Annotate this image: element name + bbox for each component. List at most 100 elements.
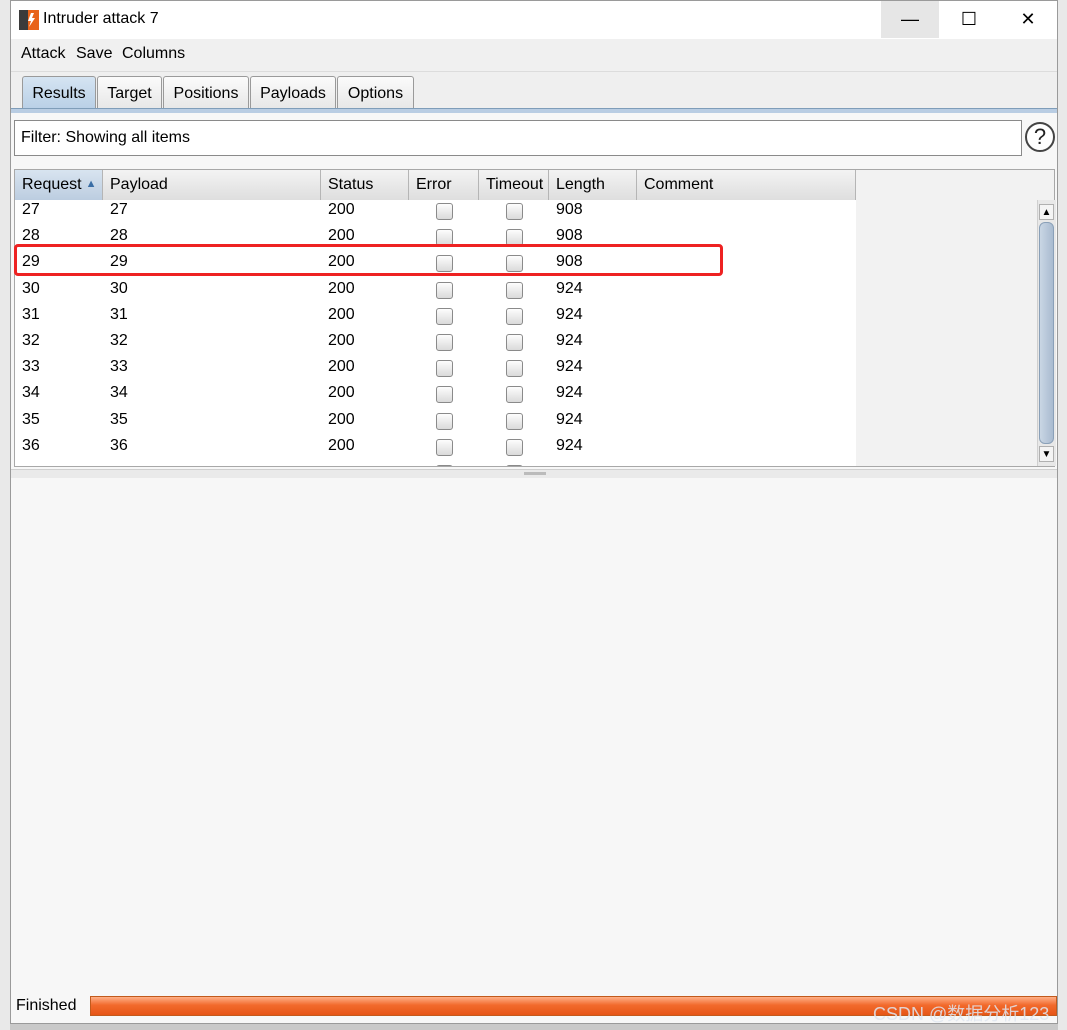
intruder-window: Intruder attack 7 — ☐ ✕ Attack Save Colu…: [10, 0, 1058, 1024]
cell-payload: 30: [110, 279, 128, 297]
cell-length: 924: [556, 279, 583, 297]
splitter-grip-icon[interactable]: [524, 472, 546, 475]
cell-length: 908: [556, 227, 583, 245]
error-checkbox[interactable]: [436, 360, 453, 378]
cell-status: 200: [328, 410, 355, 428]
column-header-timeout[interactable]: Timeout: [479, 170, 549, 200]
tab-underline: [11, 108, 1057, 113]
table-row[interactable]: 36 36 200 924: [15, 436, 856, 462]
table-row-partial: [15, 462, 856, 466]
error-checkbox[interactable]: [436, 203, 453, 220]
scroll-down-arrow-icon[interactable]: ▼: [1039, 446, 1054, 462]
cell-payload: 33: [110, 358, 128, 376]
cell-status: 200: [328, 201, 355, 218]
cell-request: 33: [22, 358, 40, 376]
close-icon: ✕: [1020, 9, 1036, 29]
cell-status: 200: [328, 436, 355, 454]
timeout-checkbox[interactable]: [506, 334, 523, 351]
cell-payload: 36: [110, 436, 128, 454]
cell-length: 924: [556, 436, 583, 454]
timeout-checkbox[interactable]: [506, 412, 523, 430]
cell-request: 28: [22, 227, 40, 245]
tab-payloads[interactable]: Payloads: [250, 76, 336, 110]
watermark-text: CSDN @数据分析123: [873, 1004, 1050, 1024]
vertical-scrollbar[interactable]: ▲ ▼: [1037, 200, 1056, 466]
menu-save[interactable]: Save: [76, 45, 112, 63]
table-row[interactable]: 31 31 200 924: [15, 305, 856, 331]
menu-bar: Attack Save Columns: [11, 39, 1057, 72]
cell-length: 908: [556, 201, 583, 218]
timeout-checkbox[interactable]: [506, 203, 523, 220]
timeout-checkbox[interactable]: [506, 438, 523, 456]
cell-status: 200: [328, 227, 355, 245]
table-body: 27 27 200 908 28 28 200 908 29 29 200 908 30 30 200 924…: [15, 200, 856, 466]
minimize-button[interactable]: —: [881, 1, 939, 38]
cell-request: 36: [22, 436, 40, 454]
burp-app-icon: [19, 10, 39, 30]
cell-request: 35: [22, 410, 40, 428]
timeout-checkbox[interactable]: [506, 386, 523, 404]
checkbox-partial: [436, 465, 453, 466]
tab-target[interactable]: Target: [97, 76, 162, 110]
checkbox-partial: [506, 465, 523, 466]
cell-payload: 34: [110, 384, 128, 402]
cell-payload: 31: [110, 305, 128, 323]
column-header-status[interactable]: Status: [321, 170, 409, 200]
error-checkbox[interactable]: [436, 307, 453, 325]
help-icon[interactable]: ?: [1025, 122, 1055, 152]
column-header-label: Request: [22, 176, 82, 193]
tab-strip: Results Target Positions Payloads Option…: [11, 72, 1057, 112]
filter-text: Filter: Showing all items: [21, 129, 190, 146]
error-checkbox[interactable]: [436, 438, 453, 456]
window-title: Intruder attack 7: [43, 10, 159, 27]
error-checkbox[interactable]: [436, 412, 453, 430]
table-row[interactable]: 35 35 200 924: [15, 410, 856, 436]
results-table: Request ▲ Payload Status Error Timeout Le…: [14, 169, 1056, 467]
title-bar: Intruder attack 7 — ☐ ✕: [11, 1, 1057, 39]
sort-ascending-icon: ▲: [85, 178, 97, 190]
column-header-payload[interactable]: Payload: [103, 170, 321, 200]
error-checkbox[interactable]: [436, 334, 453, 351]
table-row[interactable]: 30 30 200 924: [15, 279, 856, 305]
cell-status: 200: [328, 358, 355, 376]
timeout-checkbox[interactable]: [506, 360, 523, 378]
table-header: Request ▲ Payload Status Error Timeout Le…: [15, 170, 856, 201]
timeout-checkbox[interactable]: [506, 307, 523, 325]
column-header-length[interactable]: Length: [549, 170, 637, 200]
column-header-error[interactable]: Error: [409, 170, 479, 200]
cell-length: 924: [556, 384, 583, 402]
column-header-request[interactable]: Request ▲: [15, 170, 103, 200]
background-window-right: [1058, 0, 1067, 1030]
cell-request: 30: [22, 279, 40, 297]
scroll-thumb[interactable]: [1039, 222, 1054, 444]
cell-status: 200: [328, 384, 355, 402]
filter-bar[interactable]: Filter: Showing all items: [14, 120, 1022, 156]
table-row[interactable]: 34 34 200 924: [15, 383, 856, 409]
scroll-up-arrow-icon[interactable]: ▲: [1039, 204, 1054, 220]
cell-payload: 35: [110, 410, 128, 428]
menu-columns[interactable]: Columns: [122, 45, 185, 63]
error-checkbox[interactable]: [436, 386, 453, 404]
table-row[interactable]: 27 27 200 908: [15, 200, 856, 226]
tab-positions[interactable]: Positions: [163, 76, 249, 110]
cell-request: 27: [22, 201, 40, 218]
cell-length: 924: [556, 332, 583, 349]
cell-payload: 28: [110, 227, 128, 245]
column-header-comment[interactable]: Comment: [637, 170, 856, 200]
table-row[interactable]: 32 32 200 924: [15, 331, 856, 357]
maximize-icon: ☐: [960, 9, 978, 29]
tab-options[interactable]: Options: [337, 76, 414, 110]
cell-length: 924: [556, 305, 583, 323]
timeout-checkbox[interactable]: [506, 281, 523, 299]
close-button[interactable]: ✕: [999, 1, 1057, 38]
background-window-left: [0, 0, 10, 1030]
table-row[interactable]: 33 33 200 924: [15, 357, 856, 383]
cell-payload: 27: [110, 201, 128, 218]
cell-length: 924: [556, 358, 583, 376]
maximize-button[interactable]: ☐: [940, 1, 998, 38]
menu-attack[interactable]: Attack: [21, 45, 65, 63]
cell-payload: 32: [110, 332, 128, 349]
cell-request: 32: [22, 332, 40, 349]
tab-results[interactable]: Results: [22, 76, 96, 110]
error-checkbox[interactable]: [436, 281, 453, 299]
